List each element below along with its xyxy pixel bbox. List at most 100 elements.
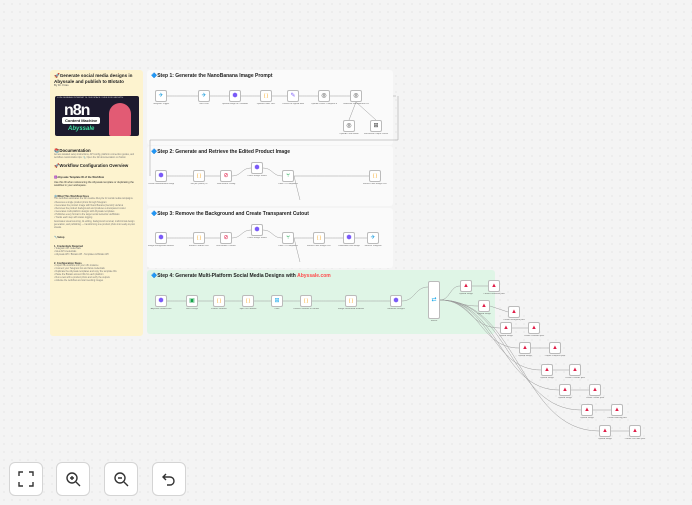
publish-node-13[interactable]: ▲ [581,404,593,416]
publish-node-5[interactable]: ▲ [500,322,512,334]
publish-node-7[interactable]: ▲ [519,342,531,354]
node-label: Convert to signed data [281,103,304,105]
node-icon: ▲ [602,428,608,434]
node-icon: { } [303,297,309,303]
step3-node-1[interactable]: ⬢ [155,232,167,244]
node-label: Upload Image [459,293,473,295]
step3-node-6[interactable]: { } [313,232,325,244]
publish-node-14[interactable]: ▲ [611,404,623,416]
node-label: Convert Variants to Variable [293,308,319,310]
node-icon: ✈ [158,93,164,99]
fit-view-button[interactable] [9,462,43,496]
step3-node-4[interactable]: ⬢ [251,224,263,236]
node-icon: ▲ [584,407,590,413]
node-icon: ▲ [552,345,558,351]
node-label: Check Image Status [247,175,267,177]
step4-node-6[interactable]: { } [300,295,312,307]
node-icon: ⑂ [286,235,290,241]
connection-wire [293,237,301,263]
node-label: Check Image Status [247,237,267,239]
publish-node-3[interactable]: ▲ [478,300,490,312]
node-icon: ⬢ [393,298,399,304]
step1-node-5[interactable]: ✎ [287,90,299,102]
undo-icon [162,473,175,486]
node-label: Download Final Image [338,245,360,247]
publish-node-16[interactable]: ▲ [629,425,641,437]
node-label: Upload Image [540,377,554,379]
node-icon: ▲ [503,325,509,331]
node-label: Create Instagram post [503,319,525,321]
step2-node-6[interactable]: { } [369,170,381,182]
node-icon: { } [316,234,322,240]
step2-node-3[interactable]: ⊘ [220,170,232,182]
publish-node-4[interactable]: ▲ [508,306,520,318]
zoom-out-button[interactable] [104,462,138,496]
node-icon: ⬢ [254,227,260,233]
node-label: Create Twitter post [585,397,605,399]
step4-node-3[interactable]: { } [213,295,225,307]
node-icon: ◎ [353,93,359,99]
publish-node-10[interactable]: ▲ [569,364,581,376]
node-icon: ▲ [572,367,578,373]
step3-node-3[interactable]: ⊘ [220,232,232,244]
node-label: Structured Output Parser [363,133,389,135]
step1-node-9[interactable]: ⊞ [370,120,382,132]
step1-node-2[interactable]: ✈ [198,90,210,102]
step1-node-7[interactable]: ◎ [350,90,362,102]
step2-node-4[interactable]: ⬢ [251,162,263,174]
node-label: Upload Image [477,313,491,315]
node-label: Upload Image [499,335,513,337]
node-label: Split Out Formats [239,308,257,310]
step3-node-7[interactable]: ⬢ [343,232,355,244]
zoom-in-icon [66,472,81,487]
node-icon: ✈ [201,93,207,99]
publish-node-9[interactable]: ▲ [541,364,553,376]
zoom-in-button[interactable] [56,462,90,496]
step3-node-5[interactable]: ⑂ [282,232,294,244]
node-icon: ▲ [481,303,487,309]
step3-node-2[interactable]: { } [193,232,205,244]
node-icon: ⑂ [286,173,290,179]
step2-node-1[interactable]: ⬢ [155,170,167,182]
connection-wires [149,95,629,432]
publish-node-12[interactable]: ▲ [589,384,601,396]
step1-node-8[interactable]: ◎ [343,120,355,132]
node-icon: ⬢ [232,93,238,99]
step2-node-2[interactable]: { } [193,170,205,182]
node-label: Upload Public URL [256,103,276,105]
node-icon: { } [196,172,202,178]
step4-node-1[interactable]: ⬢ [155,295,167,307]
node-label: Generate NanoBanana Prompt [343,103,369,105]
node-icon: { } [263,92,269,98]
step4-node-7[interactable]: { } [345,295,357,307]
node-label: Upload Image [598,438,612,440]
node-icon: ⊘ [223,235,229,241]
step4-node-9[interactable]: ⇄ [428,281,440,319]
publish-node-15[interactable]: ▲ [599,425,611,437]
step1-node-6[interactable]: ◎ [318,90,330,102]
step4-node-4[interactable]: { } [242,295,254,307]
step2-node-5[interactable]: ⑂ [282,170,294,182]
node-label: Merge Generated Elements [338,308,364,310]
node-icon: ✈ [370,235,376,241]
publish-node-11[interactable]: ▲ [559,384,571,396]
publish-node-6[interactable]: ▲ [528,322,540,334]
node-icon: ▲ [632,428,638,434]
step4-node-2[interactable]: ▣ [186,295,198,307]
step1-node-1[interactable]: ✈ [155,90,167,102]
fit-icon [18,471,34,487]
publish-node-1[interactable]: ▲ [460,280,472,292]
step3-node-8[interactable]: ✈ [367,232,379,244]
node-icon: ⬢ [158,173,164,179]
step1-node-4[interactable]: { } [260,90,272,102]
step4-node-8[interactable]: ⬢ [390,295,402,307]
node-label: Create Pinterest post [544,355,566,357]
step1-node-3[interactable]: ⬢ [229,90,241,102]
undo-button[interactable] [152,462,186,496]
node-icon: ▣ [189,298,195,304]
connection-wire [293,175,301,201]
step4-node-5[interactable]: ⊞ [271,295,283,307]
connection-wire [489,305,509,313]
publish-node-8[interactable]: ▲ [549,342,561,354]
publish-node-2[interactable]: ▲ [488,280,500,292]
